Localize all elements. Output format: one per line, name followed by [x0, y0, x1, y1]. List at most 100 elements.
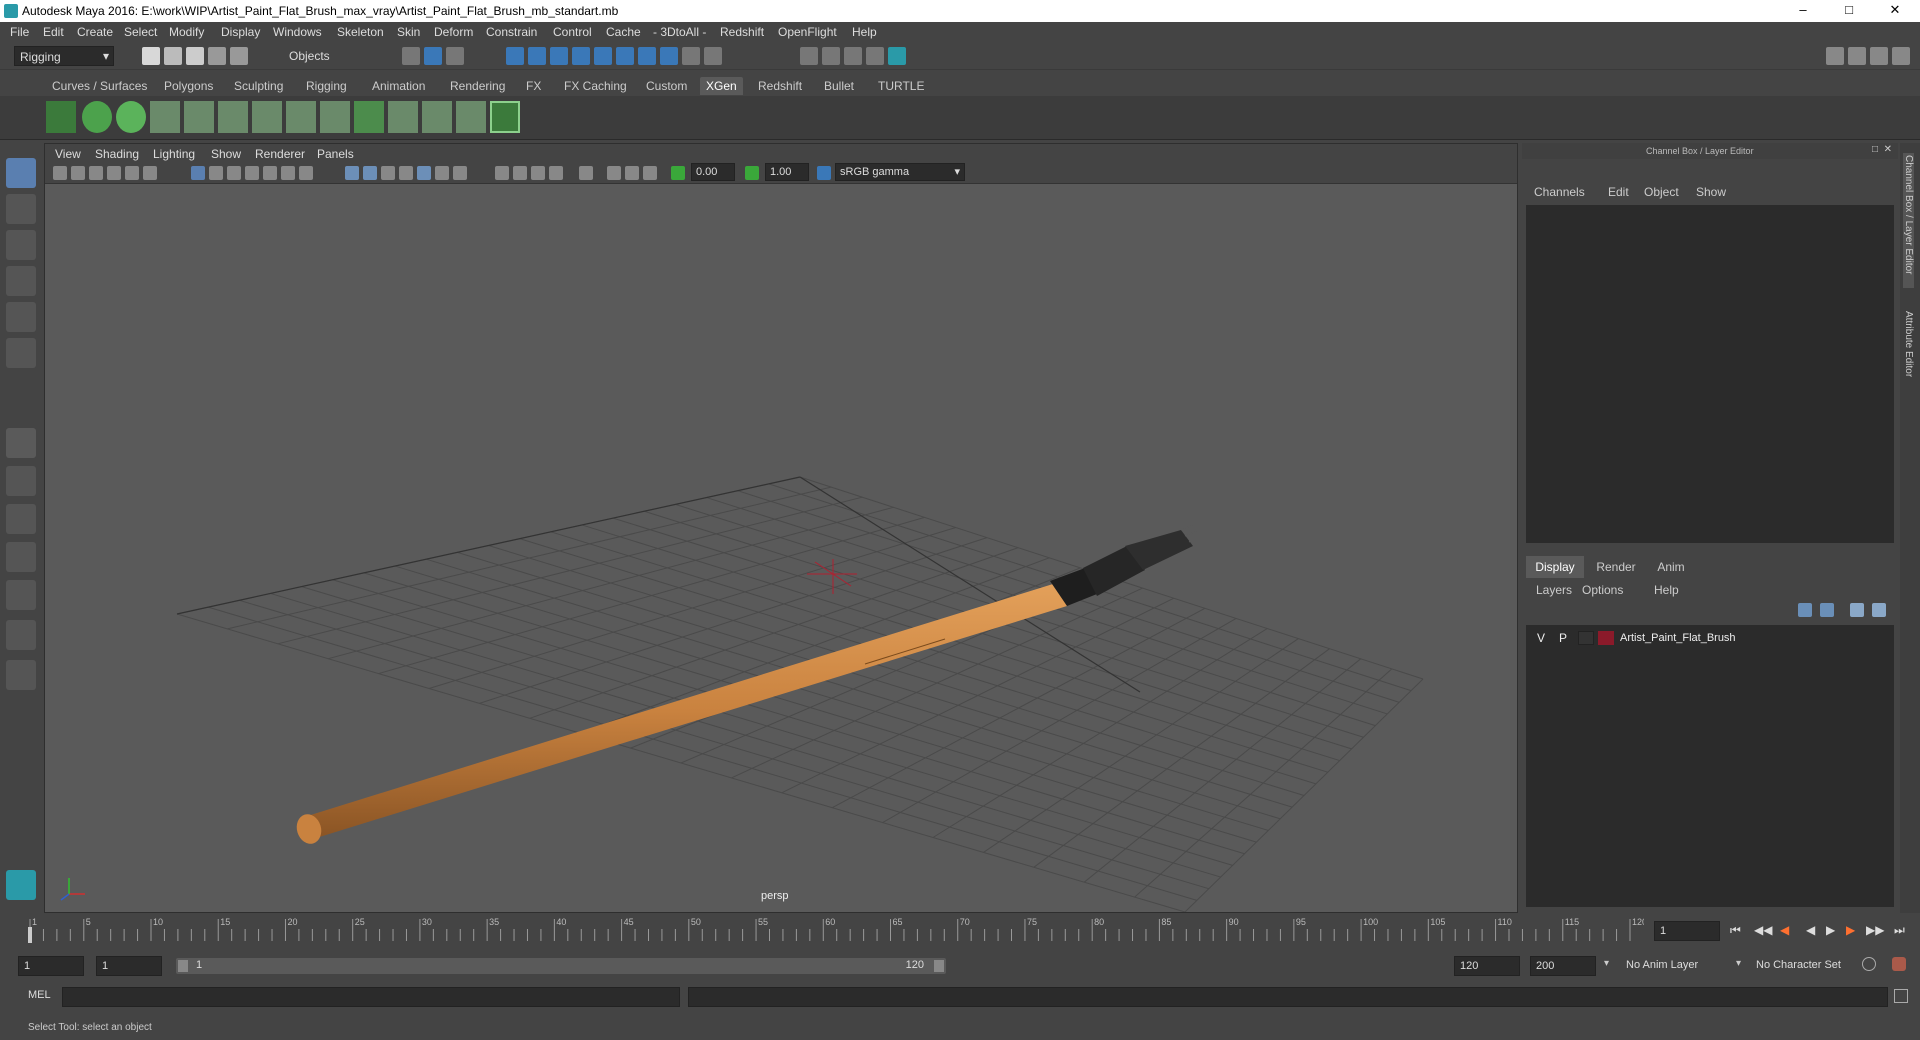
color-management-icon[interactable]: [817, 166, 831, 180]
snap-edge-icon[interactable]: [638, 47, 656, 65]
menu-create[interactable]: Create: [77, 25, 113, 39]
shelf-tab-sculpting[interactable]: Sculpting: [228, 77, 289, 95]
grid-toggle-icon[interactable]: [191, 166, 205, 180]
xgen-description-icon[interactable]: [116, 101, 146, 133]
layout-four-icon[interactable]: [6, 466, 36, 496]
rotate-tool-icon[interactable]: [6, 302, 36, 332]
selection-mode-dropdown[interactable]: Objects: [284, 46, 384, 66]
history-icon[interactable]: [660, 47, 678, 65]
viewport-menu-view[interactable]: View: [55, 147, 81, 161]
layout-graph-icon[interactable]: [6, 580, 36, 610]
gamma-icon[interactable]: [745, 166, 759, 180]
layer-row[interactable]: V P Artist_Paint_Flat_Brush: [1528, 629, 1892, 649]
viewport-menu-shading[interactable]: Shading: [95, 147, 139, 161]
menu-control[interactable]: Control: [553, 25, 592, 39]
menu-openflight[interactable]: OpenFlight: [778, 25, 837, 39]
paint-select-tool-icon[interactable]: [6, 230, 36, 260]
menu-constrain[interactable]: Constrain: [486, 25, 537, 39]
xgen-preview-icon[interactable]: [82, 101, 112, 133]
grease-pencil-icon[interactable]: [143, 166, 157, 180]
anti-aliasing-icon[interactable]: [531, 166, 545, 180]
lock-icon[interactable]: [682, 47, 700, 65]
shadows-icon[interactable]: [453, 166, 467, 180]
shelf-tab-polygons[interactable]: Polygons: [158, 77, 219, 95]
layer-tab-display[interactable]: Display: [1526, 556, 1584, 578]
snap-vertex-icon[interactable]: [616, 47, 634, 65]
xgen-sculpt-icon[interactable]: [388, 101, 418, 133]
snap-surface-icon[interactable]: [594, 47, 612, 65]
snap-point-icon[interactable]: [550, 47, 568, 65]
field-chart-icon[interactable]: [263, 166, 277, 180]
xgen-export-icon[interactable]: [490, 101, 520, 133]
xgen-grass-icon[interactable]: [422, 101, 452, 133]
layer-name[interactable]: Artist_Paint_Flat_Brush: [1620, 632, 1736, 644]
xgen-editor-icon[interactable]: [46, 101, 76, 133]
anim-layer-dropdown[interactable]: No Anim Layer: [1620, 956, 1738, 976]
menu-windows[interactable]: Windows: [273, 25, 322, 39]
time-slider[interactable]: 1 5 10 15 20 25 30 35 40 45 50 55 60 65 70 75 80 85 90 95 10…: [0, 915, 1920, 947]
new-layer-icon[interactable]: [1850, 603, 1864, 617]
channel-menu-object[interactable]: Object: [1644, 185, 1679, 199]
viewport-menu-lighting[interactable]: Lighting: [153, 147, 195, 161]
input-ops-icon[interactable]: [704, 47, 722, 65]
go-to-start-icon[interactable]: ⏮: [1730, 923, 1741, 938]
chevron-down-icon[interactable]: ▾: [1736, 958, 1741, 969]
gate-mask-icon[interactable]: [245, 166, 259, 180]
xgen-guide-visibility-icon[interactable]: [252, 101, 282, 133]
channel-menu-channels[interactable]: Channels: [1534, 185, 1585, 199]
modeling-toolkit-icon[interactable]: [1848, 47, 1866, 65]
menu-3dtoall[interactable]: - 3DtoAll -: [653, 25, 706, 39]
character-set-dropdown[interactable]: No Character Set: [1750, 956, 1870, 976]
time-ruler[interactable]: 1 5 10 15 20 25 30 35 40 45 50 55 60 65 70 75 80 85 90 95 10…: [24, 915, 1647, 943]
script-editor-icon[interactable]: [1894, 989, 1908, 1003]
shelf-tab-xgen[interactable]: XGen: [700, 77, 743, 95]
step-forward-key-icon[interactable]: ▶▶: [1866, 923, 1884, 937]
viewport-menu-panels[interactable]: Panels: [317, 147, 354, 161]
shelf-tab-turtle[interactable]: TURTLE: [872, 77, 930, 95]
channel-list[interactable]: [1526, 205, 1894, 543]
channel-menu-show[interactable]: Show: [1696, 185, 1726, 199]
step-back-key-icon[interactable]: ◀◀: [1754, 923, 1772, 937]
hud-icon[interactable]: [643, 166, 657, 180]
undo-icon[interactable]: [208, 47, 226, 65]
xgen-move-guide-icon[interactable]: [184, 101, 214, 133]
shelf-tab-redshift[interactable]: Redshift: [752, 77, 808, 95]
xgen-cut-icon[interactable]: [456, 101, 486, 133]
redo-icon[interactable]: [230, 47, 248, 65]
menu-file[interactable]: File: [10, 25, 29, 39]
move-layer-up-icon[interactable]: [1798, 603, 1812, 617]
move-layer-down-icon[interactable]: [1820, 603, 1834, 617]
textured-icon[interactable]: [417, 166, 431, 180]
menu-modify[interactable]: Modify: [169, 25, 204, 39]
hypershade-icon[interactable]: [888, 47, 906, 65]
xgen-place-guide-icon[interactable]: [218, 101, 248, 133]
xgen-layers-icon[interactable]: [354, 101, 384, 133]
play-backward-icon[interactable]: ◀: [1806, 923, 1815, 937]
move-tool-icon[interactable]: [6, 266, 36, 296]
wireframe-on-shaded-icon[interactable]: [381, 166, 395, 180]
layer-menu-help[interactable]: Help: [1654, 583, 1679, 597]
layer-visibility-toggle[interactable]: V: [1534, 631, 1548, 645]
workspace-icon[interactable]: [1826, 47, 1844, 65]
shelf-tab-fx-caching[interactable]: FX Caching: [558, 77, 633, 95]
motion-blur-icon[interactable]: [513, 166, 527, 180]
xray-icon[interactable]: [399, 166, 413, 180]
side-tab-attribute-editor[interactable]: Attribute Editor: [1903, 311, 1914, 396]
render-view-icon[interactable]: [800, 47, 818, 65]
channel-box-icon[interactable]: [1892, 47, 1910, 65]
menu-cache[interactable]: Cache: [606, 25, 641, 39]
camera-attributes-icon[interactable]: [71, 166, 85, 180]
resolution-gate-icon[interactable]: [227, 166, 241, 180]
xray-components-icon[interactable]: [625, 166, 639, 180]
lights-icon[interactable]: [435, 166, 449, 180]
attribute-editor-icon[interactable]: [1870, 47, 1888, 65]
new-scene-icon[interactable]: [142, 47, 160, 65]
menu-select[interactable]: Select: [124, 25, 157, 39]
chevron-down-icon[interactable]: ▾: [1604, 958, 1609, 969]
isolate-select-icon[interactable]: [579, 166, 593, 180]
layout-hypershade-icon[interactable]: [6, 620, 36, 650]
minimize-button[interactable]: –: [1780, 0, 1826, 22]
float-panel-icon[interactable]: □: [1872, 144, 1878, 155]
play-forward-icon[interactable]: ▶: [1826, 923, 1835, 937]
ambient-occlusion-icon[interactable]: [495, 166, 509, 180]
